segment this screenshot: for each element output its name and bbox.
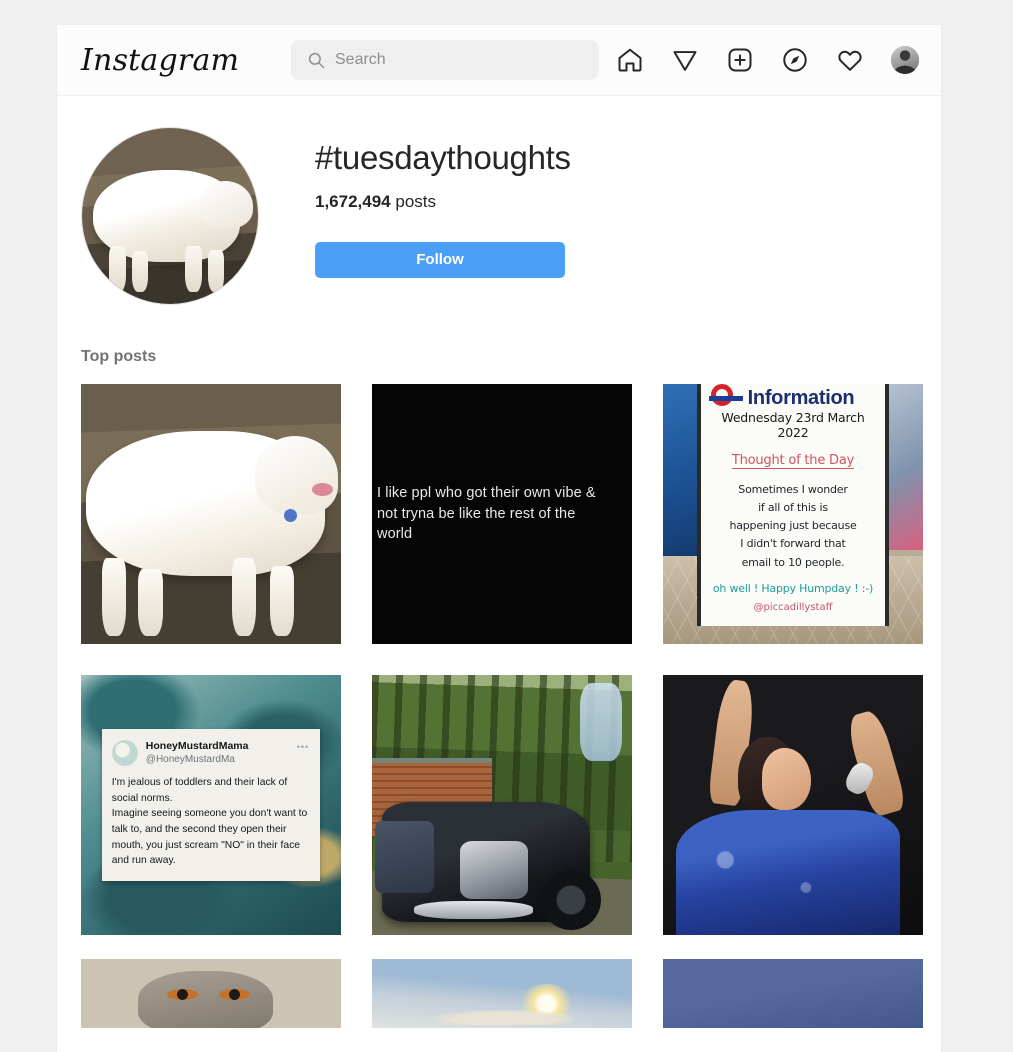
heart-icon[interactable] — [836, 46, 864, 74]
dog-tongue — [312, 482, 334, 496]
hashtag-profile-section: #tuesdaythoughts 1,672,494 posts Follow — [57, 96, 941, 305]
front-wheel — [541, 870, 601, 930]
plus-square-icon[interactable] — [726, 46, 754, 74]
whiteboard-handle: @piccadillystaff — [753, 601, 833, 613]
whiteboard-title: Information — [747, 387, 855, 409]
saddlebag — [374, 820, 435, 894]
tweet-avatar — [111, 740, 138, 767]
tweet-display-name: HoneyMustardMama — [145, 740, 249, 753]
underground-roundel-icon — [708, 384, 743, 406]
home-icon[interactable] — [616, 46, 644, 74]
singer-face — [761, 747, 812, 811]
cat-head — [138, 971, 274, 1028]
quote-text: I like ppl who got their own vibe & not … — [377, 485, 596, 543]
cloud — [434, 1010, 575, 1026]
top-posts-grid: I like ppl who got their own vibe & not … — [57, 384, 941, 959]
tweet-menu-icon[interactable]: ••• — [297, 742, 309, 752]
top-navigation-bar: Instagram — [57, 25, 941, 96]
follow-button[interactable]: Follow — [315, 241, 565, 278]
post-tile-singer[interactable] — [663, 675, 923, 935]
paper-plane-icon[interactable] — [671, 46, 699, 74]
hashtag-meta: #tuesdaythoughts 1,672,494 posts Follow — [315, 127, 571, 305]
hashtag-avatar — [81, 127, 259, 305]
whiteboard-date: Wednesday 23rd March 2022 — [721, 410, 865, 440]
post-count: 1,672,494 posts — [315, 192, 571, 212]
dog-head — [255, 436, 339, 514]
hashtag-avatar-image — [82, 128, 258, 304]
instagram-page-card: Instagram Search #tuesdaythoughts 1,672,… — [57, 25, 941, 1052]
tweet-author: HoneyMustardMama @HoneyMustardMa — [146, 740, 249, 766]
post-tile-dog[interactable] — [81, 384, 341, 644]
search-container — [291, 40, 599, 80]
exhaust-pipe — [413, 901, 534, 920]
post-tile-sun[interactable] — [372, 959, 632, 1028]
page-title: #tuesdaythoughts — [315, 139, 571, 176]
sky-patch — [580, 682, 622, 761]
top-posts-grid-row-3 — [57, 959, 941, 1052]
compass-icon[interactable] — [781, 46, 809, 74]
post-tile-cat[interactable] — [81, 959, 341, 1028]
whiteboard: Information Wednesday 23rd March 2022 Th… — [696, 384, 890, 626]
post-tile-tweet[interactable]: HoneyMustardMama @HoneyMustardMa ••• I'm… — [81, 675, 341, 935]
tweet-handle: @HoneyMustardMa — [145, 754, 235, 766]
post-tile-blue[interactable] — [663, 959, 923, 1028]
tweet-text: I'm jealous of toddlers and their lack o… — [111, 777, 308, 867]
nav-icon-group — [616, 46, 919, 74]
dog-legs — [101, 558, 305, 637]
post-count-number: 1,672,494 — [315, 191, 391, 211]
tweet-card: HoneyMustardMama @HoneyMustardMa ••• I'm… — [101, 729, 321, 881]
sequined-dress — [676, 810, 900, 935]
whiteboard-heading: Thought of the Day — [731, 453, 855, 469]
search-input[interactable] — [291, 40, 599, 80]
dog-collar-tag — [283, 508, 297, 522]
post-tile-whiteboard[interactable]: Information Wednesday 23rd March 2022 Th… — [663, 384, 923, 644]
whiteboard-body: Sometimes I wonder if all of this is hap… — [729, 483, 857, 569]
avatar-dog-legs — [107, 245, 234, 292]
engine-block — [460, 841, 528, 899]
profile-avatar[interactable] — [891, 46, 919, 74]
post-tile-motorcycle[interactable] — [372, 675, 632, 935]
post-tile-quote[interactable]: I like ppl who got their own vibe & not … — [372, 384, 632, 644]
tweet-header: HoneyMustardMama @HoneyMustardMa ••• — [111, 740, 311, 767]
mic-arm — [844, 708, 909, 819]
instagram-logo[interactable]: Instagram — [81, 43, 291, 78]
top-posts-label: Top posts — [81, 348, 157, 365]
whiteboard-signoff: oh well ! Happy Humpday ! :-) — [712, 581, 874, 595]
post-count-label: posts — [395, 191, 437, 211]
